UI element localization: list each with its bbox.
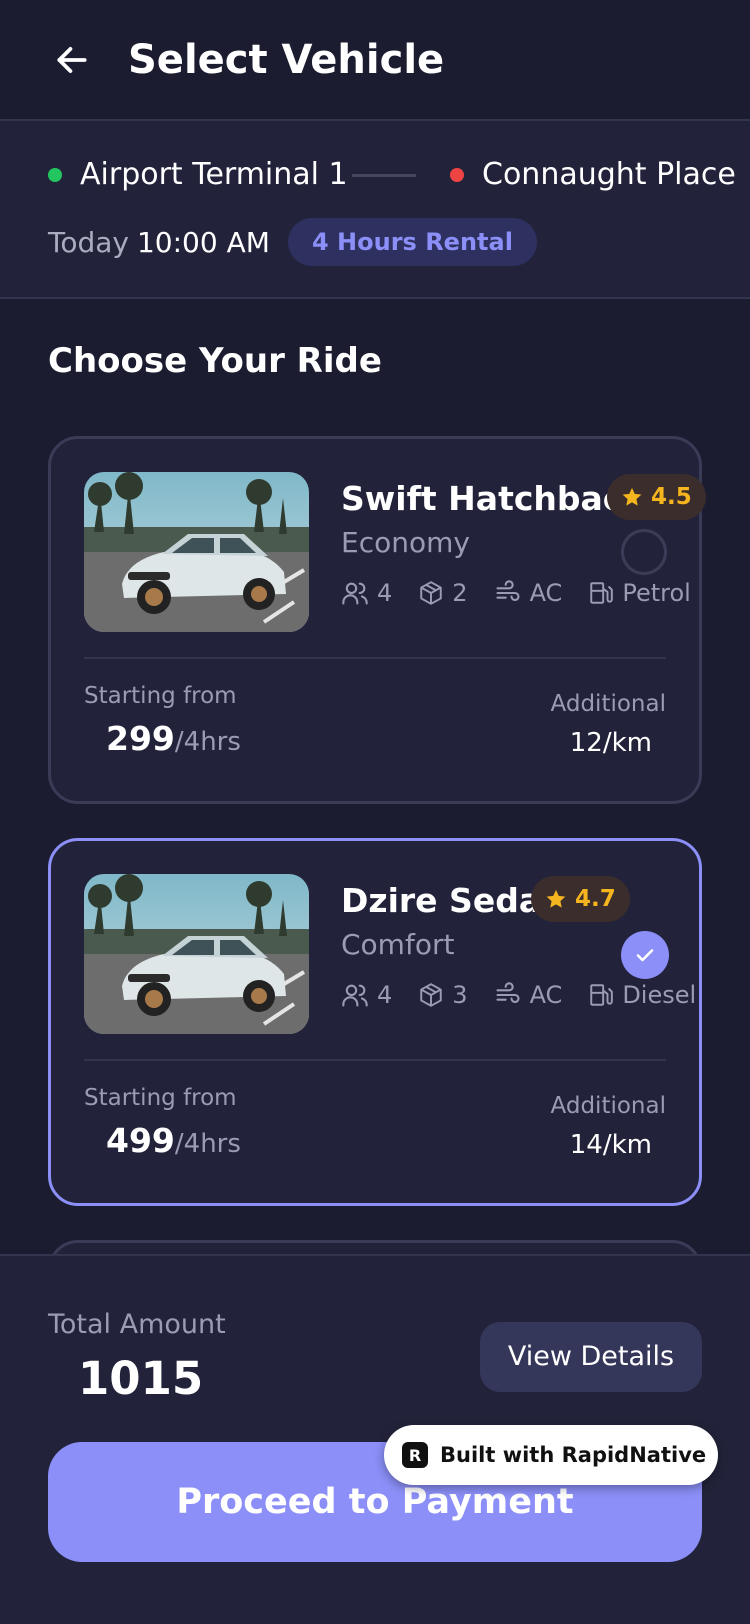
additional-rate: 12/km (569, 728, 652, 758)
price-amount: 499 (106, 1121, 175, 1160)
rental-badge: 4 Hours Rental (288, 218, 537, 266)
spec-seats-value: 4 (377, 579, 393, 607)
box-icon (420, 581, 443, 605)
spec-seats-value: 4 (377, 981, 393, 1009)
spec-bags-value: 2 (452, 579, 468, 607)
additional-label: Additional (550, 1093, 666, 1119)
total-label: Total Amount (48, 1309, 226, 1340)
drop-label: Connaught Place (482, 157, 736, 192)
spec-seats: 4 (341, 981, 392, 1009)
rating-badge: 4.5 (607, 474, 706, 520)
spec-bags-value: 3 (452, 981, 468, 1009)
arrow-left-icon (57, 47, 87, 73)
rating-value: 4.7 (575, 886, 616, 912)
price-period: /4hrs (174, 727, 241, 757)
drop-location: Connaught Place (450, 155, 736, 195)
starting-from-label: Starting from (84, 683, 237, 709)
total-amount: 1015 (78, 1352, 204, 1405)
price-amount: 299 (106, 719, 175, 758)
starting-from-label: Starting from (84, 1085, 237, 1111)
card-divider (84, 1059, 666, 1061)
vehicle-class: Comfort (341, 928, 455, 961)
built-with-label: Built with RapidNative (440, 1443, 707, 1467)
trip-summary: Airport Terminal 1 Connaught Place Today… (0, 121, 750, 299)
vehicle-card-dzire[interactable]: Dzire Sedan 4.7 Comfort 4 3 AC Diesel St… (48, 838, 702, 1206)
spec-fuel: Diesel (588, 981, 696, 1009)
fuel-icon (590, 984, 614, 1006)
trip-time: Today 10:00 AM (48, 223, 270, 263)
pickup-label: Airport Terminal 1 (80, 157, 348, 192)
car-image (84, 874, 309, 1034)
fuel-icon (590, 582, 614, 604)
rapidnative-logo-icon: R (402, 1442, 428, 1468)
card-divider (84, 657, 666, 659)
spec-fuel-value: Petrol (622, 579, 691, 607)
route-line (352, 174, 416, 177)
section-title: Choose Your Ride (48, 341, 382, 381)
spec-ac: AC (494, 981, 563, 1009)
additional-rate: 14/km (569, 1130, 652, 1160)
wind-icon (496, 982, 520, 1004)
users-icon (342, 582, 368, 605)
select-radio[interactable] (621, 529, 667, 575)
spec-fuel: Petrol (588, 579, 691, 607)
built-with-badge[interactable]: R Built with RapidNative (384, 1425, 718, 1485)
app-header: Select Vehicle (0, 0, 750, 121)
spec-bags: 3 (418, 981, 468, 1009)
vehicle-specs: 4 2 AC Petrol (341, 579, 717, 607)
trip-day: Today (48, 226, 129, 259)
selected-check[interactable] (621, 931, 669, 979)
additional-label: Additional (550, 691, 666, 717)
rating-value: 4.5 (651, 484, 692, 510)
spec-ac-value: AC (529, 981, 563, 1009)
star-icon (622, 487, 642, 506)
vehicle-specs: 4 3 AC Diesel (341, 981, 722, 1009)
vehicle-price: 499/4hrs (106, 1119, 241, 1169)
pickup-dot-icon (48, 168, 62, 182)
wind-icon (496, 580, 520, 602)
price-period: /4hrs (174, 1129, 241, 1159)
page-title: Select Vehicle (128, 37, 445, 83)
view-details-button[interactable]: View Details (480, 1322, 702, 1392)
spec-seats: 4 (341, 579, 392, 607)
spec-ac-value: AC (529, 579, 563, 607)
car-image (84, 472, 309, 632)
check-icon (636, 949, 654, 962)
rating-badge: 4.7 (531, 876, 630, 922)
users-icon (342, 984, 368, 1007)
spec-bags: 2 (418, 579, 468, 607)
drop-dot-icon (450, 168, 464, 182)
vehicle-class: Economy (341, 526, 470, 559)
vehicle-card-swift[interactable]: Swift Hatchback 4.5 Economy 4 2 AC Petro… (48, 436, 706, 804)
star-icon (546, 889, 566, 908)
vehicle-name: Swift Hatchback (341, 479, 645, 518)
box-icon (420, 983, 443, 1007)
spec-ac: AC (494, 579, 563, 607)
back-button[interactable] (48, 36, 96, 84)
trip-clock: 10:00 AM (136, 226, 270, 259)
pickup-location: Airport Terminal 1 (48, 155, 348, 195)
vehicle-price: 299/4hrs (106, 717, 241, 767)
spec-fuel-value: Diesel (622, 981, 697, 1009)
